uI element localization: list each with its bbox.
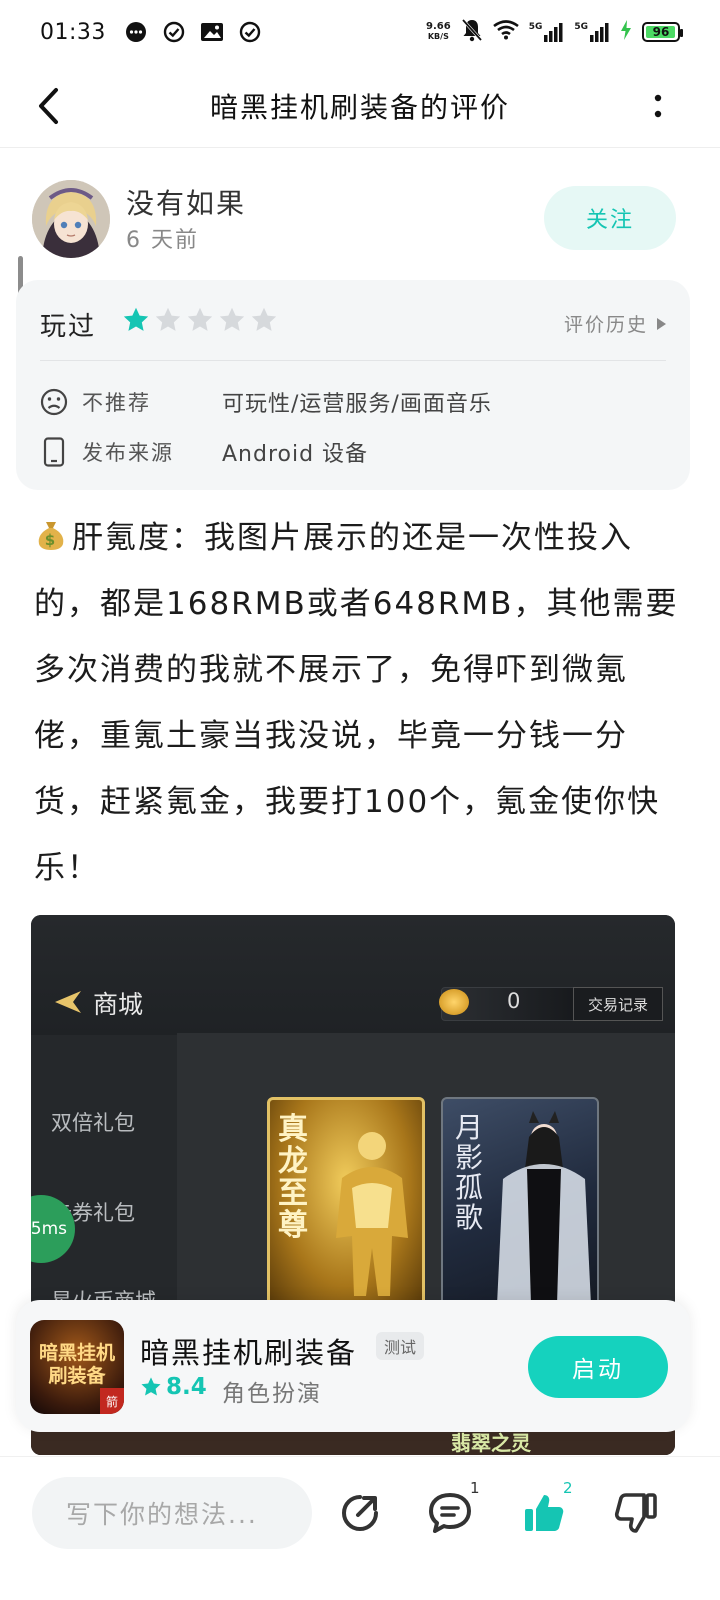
star-empty-icon bbox=[251, 307, 277, 331]
money-bag-icon: $ bbox=[34, 509, 68, 550]
source-label: 发布来源 bbox=[82, 441, 174, 465]
check-circle-icon bbox=[162, 20, 186, 44]
review-time: 6 天前 bbox=[126, 228, 199, 253]
recommend-label: 不推荐 bbox=[82, 391, 151, 415]
thumbs-down-icon bbox=[614, 1493, 657, 1533]
game-icon[interactable]: 暗黑挂机刷装备 箭 bbox=[30, 1320, 124, 1414]
check-circle-icon bbox=[238, 20, 262, 44]
gold-ingot-icon bbox=[439, 989, 469, 1015]
like-count: 2 bbox=[563, 1479, 573, 1497]
wifi-icon bbox=[492, 20, 519, 44]
follow-button[interactable]: 关注 bbox=[544, 186, 676, 250]
game-name[interactable]: 暗黑挂机刷装备 bbox=[140, 1330, 357, 1372]
game-icon-tag: 箭 bbox=[100, 1388, 124, 1414]
signal-label: 5G bbox=[528, 22, 543, 32]
source-value: Android 设备 bbox=[222, 442, 369, 467]
comment-count: 1 bbox=[470, 1479, 480, 1497]
share-button[interactable] bbox=[334, 1487, 386, 1539]
image-side-item: 双倍礼包 bbox=[51, 1111, 135, 1135]
network-speed-value: 9.66 bbox=[426, 21, 451, 32]
review-body: $ 肝氪度：我图片展示的还是一次性投入的，都是168RMB或者648RMB，其他需… bbox=[34, 505, 684, 901]
svg-text:$: $ bbox=[45, 531, 57, 549]
source-row: 发布来源 Android 设备 bbox=[40, 436, 368, 468]
network-speed-unit: KB/S bbox=[427, 32, 449, 41]
cellular-signal-icon: 5G bbox=[574, 22, 610, 42]
divider bbox=[40, 360, 666, 361]
played-label: 玩过 bbox=[40, 312, 97, 342]
cellular-signal-icon: 5G bbox=[529, 22, 565, 42]
image-back-arrow-icon bbox=[55, 991, 81, 1013]
signal-label: 5G bbox=[574, 22, 588, 32]
status-time: 01:33 bbox=[40, 19, 106, 45]
mute-bell-icon bbox=[461, 18, 483, 46]
review-author: 没有如果 6 天前 关注 bbox=[32, 180, 688, 260]
battery-level: 96 bbox=[652, 25, 670, 39]
page-title: 暗黑挂机刷装备的评价 bbox=[209, 90, 510, 124]
thumbs-up-icon bbox=[525, 1495, 564, 1531]
share-icon bbox=[342, 1495, 378, 1531]
avatar[interactable] bbox=[32, 180, 110, 258]
author-name[interactable]: 没有如果 bbox=[126, 182, 246, 222]
image-gold-card-text: 真龙至尊 bbox=[278, 1112, 308, 1243]
start-game-button[interactable]: 启动 bbox=[528, 1336, 668, 1398]
status-bar: 01:33 9.66 KB/S 5G 5G 96 bbox=[0, 0, 720, 64]
top-app-bar: 暗黑挂机刷装备的评价 bbox=[0, 64, 720, 148]
star-rating bbox=[122, 306, 278, 334]
image-coin-value: 0 bbox=[507, 989, 521, 1013]
star-empty-icon bbox=[219, 307, 245, 331]
review-text: 肝氪度：我图片展示的还是一次性投入的，都是168RMB或者648RMB，其他需要… bbox=[34, 520, 679, 886]
back-button[interactable] bbox=[30, 80, 66, 132]
more-options-button[interactable] bbox=[646, 84, 670, 128]
dislike-button[interactable] bbox=[610, 1487, 662, 1539]
play-arrow-icon bbox=[657, 317, 666, 330]
charging-icon bbox=[620, 20, 632, 44]
game-card[interactable]: 暗黑挂机刷装备 箭 暗黑挂机刷装备 测试 8.4 角色扮演 启动 bbox=[16, 1300, 690, 1432]
review-history-label: 评价历史 bbox=[563, 314, 648, 336]
star-icon bbox=[141, 1377, 161, 1396]
gallery-icon bbox=[200, 20, 224, 44]
image-fox-card: 月影孤歌 bbox=[441, 1097, 599, 1307]
comment-button[interactable] bbox=[424, 1487, 476, 1539]
message-notification-icon bbox=[124, 20, 148, 44]
recommend-row: 不推荐 可玩性/运营服务/画面音乐 bbox=[40, 386, 492, 418]
recommend-tags: 可玩性/运营服务/画面音乐 bbox=[222, 392, 492, 417]
phone-icon bbox=[40, 437, 68, 467]
comment-icon bbox=[429, 1493, 471, 1533]
game-rating-value: 8.4 bbox=[166, 1374, 207, 1400]
game-icon-text: 暗黑挂机刷装备 bbox=[38, 1342, 115, 1387]
star-empty-icon bbox=[187, 307, 213, 331]
status-right: 9.66 KB/S 5G 5G 96 bbox=[426, 18, 683, 46]
comment-input[interactable]: 写下你的想法... bbox=[32, 1477, 312, 1549]
image-fox-card-text: 月影孤歌 bbox=[455, 1111, 484, 1234]
sad-face-icon bbox=[40, 388, 68, 416]
game-genre: 角色扮演 bbox=[222, 1381, 322, 1407]
image-shop-title: 商城 bbox=[93, 991, 144, 1019]
image-gold-card: 真龙至尊 bbox=[267, 1097, 425, 1307]
back-arrow-icon bbox=[39, 88, 58, 124]
more-vertical-icon bbox=[654, 94, 662, 118]
game-rating: 8.4 bbox=[140, 1374, 207, 1400]
star-empty-icon bbox=[155, 307, 181, 331]
warrior-figure-icon bbox=[336, 1132, 408, 1296]
network-speed: 9.66 KB/S bbox=[426, 22, 451, 42]
notification-icons bbox=[124, 20, 262, 44]
fox-lady-figure-icon bbox=[497, 1111, 591, 1305]
bottom-action-bar: 写下你的想法... 1 2 bbox=[0, 1456, 720, 1600]
review-info-card: 玩过 评价历史 不推荐 可玩性/运营服务/画面音乐 发布来源 Android 设… bbox=[16, 280, 690, 490]
review-history-link[interactable]: 评价历史 bbox=[564, 310, 666, 337]
image-trade-record: 交易记录 bbox=[573, 987, 663, 1021]
star-filled-icon bbox=[123, 307, 149, 331]
test-badge: 测试 bbox=[376, 1332, 425, 1360]
battery-icon: 96 bbox=[642, 22, 683, 42]
